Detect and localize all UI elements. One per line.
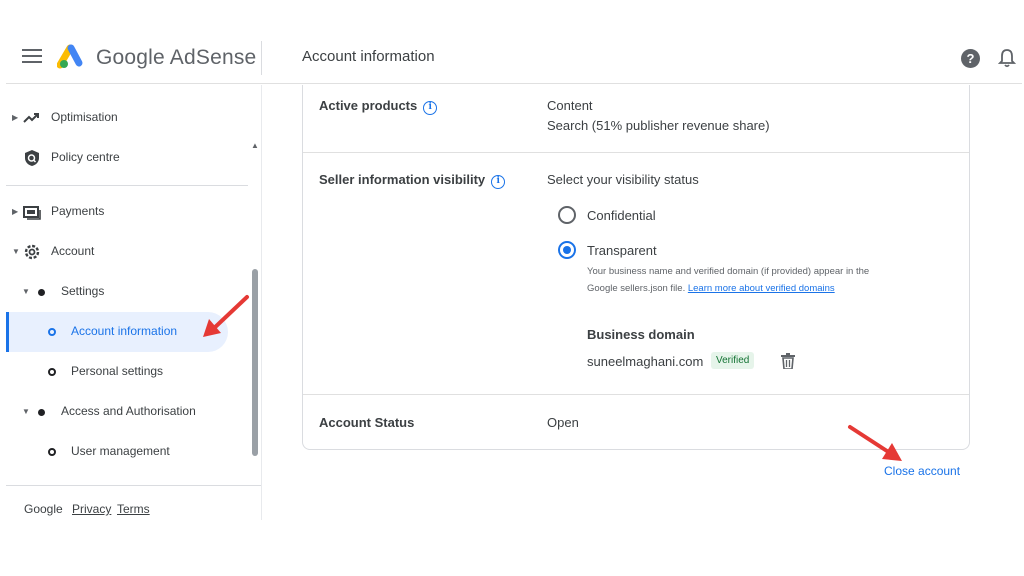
sidebar-item-label: Access and Authorisation	[61, 404, 196, 418]
active-product-content: Content	[547, 98, 593, 113]
active-products-label: Active products i	[319, 98, 438, 115]
sidebar-item-optimisation[interactable]: ▶ Optimisation	[6, 98, 246, 138]
sidebar-item-label: User management	[71, 444, 170, 458]
radio-confidential-label[interactable]: Confidential	[587, 208, 656, 223]
business-domain-value: suneelmaghani.com	[587, 354, 704, 369]
sidebar-item-user-management[interactable]: User management	[6, 432, 246, 472]
trending-up-icon	[23, 113, 39, 123]
collapse-caret-icon[interactable]: ▼	[22, 407, 30, 416]
helper-line: Google sellers.json file.	[587, 283, 686, 294]
sidebar-item-access-and-authorisation[interactable]: ▼ Access and Authorisation	[6, 392, 246, 432]
visibility-prompt: Select your visibility status	[547, 172, 699, 187]
expand-caret-icon[interactable]: ▶	[12, 113, 18, 122]
policy-shield-icon	[25, 150, 39, 166]
scroll-up-arrow-icon[interactable]: ▲	[251, 141, 259, 150]
brand-name: Google AdSense	[96, 46, 257, 69]
sidebar-footer: Google Privacy Terms	[6, 485, 261, 520]
account-status-label: Account Status	[319, 415, 415, 430]
row-label-text: Active products	[319, 98, 418, 113]
helper-line: Your business name and verified domain (…	[587, 266, 870, 277]
sidebar-item-policy-centre[interactable]: Policy centre	[6, 138, 246, 178]
collapse-caret-icon[interactable]: ▼	[22, 287, 30, 296]
sidebar-nav: ▶ Optimisation Policy centre ▶ Payments …	[6, 85, 261, 485]
info-icon[interactable]: i	[423, 101, 438, 115]
sidebar-scrollbar[interactable]: ▲ ▼	[250, 139, 260, 485]
info-icon[interactable]: i	[491, 175, 506, 189]
active-products-row: Active products i Content Search (51% pub…	[303, 85, 969, 153]
sidebar-divider	[6, 185, 248, 186]
adsense-window: Google AdSense Account information ? ▶ O…	[6, 31, 1022, 520]
sidebar-item-label: Account information	[71, 324, 178, 338]
header-divider	[261, 41, 262, 75]
annotation-arrow-sidebar	[203, 295, 249, 337]
scroll-thumb[interactable]	[252, 269, 258, 456]
notifications-bell-icon[interactable]	[998, 48, 1016, 68]
payments-icon	[23, 206, 41, 220]
terms-link[interactable]: Terms	[117, 502, 150, 516]
help-icon[interactable]: ?	[961, 49, 980, 68]
close-account-link[interactable]: Close account	[884, 464, 960, 478]
radio-transparent-label[interactable]: Transparent	[587, 243, 657, 258]
expand-caret-icon[interactable]: ▶	[12, 207, 18, 216]
bullet-ring-icon	[48, 448, 56, 456]
sidebar-item-label: Personal settings	[71, 364, 164, 378]
bullet-dot-icon	[38, 409, 45, 416]
sidebar-item-label: Optimisation	[51, 110, 118, 124]
hamburger-menu-icon[interactable]	[22, 49, 42, 65]
footer-google: Google	[24, 502, 63, 516]
top-app-bar: Google AdSense Account information ?	[6, 31, 1022, 84]
seller-visibility-label: Seller information visibility i	[319, 172, 506, 189]
sidebar-item-personal-settings[interactable]: Personal settings	[6, 352, 246, 392]
sidebar-item-label: Payments	[51, 204, 105, 218]
sidebar-item-account-information[interactable]: Account information	[6, 312, 228, 352]
visibility-helper-text: Your business name and verified domain (…	[587, 263, 917, 297]
active-indicator	[6, 312, 9, 352]
sidebar-item-label: Settings	[61, 284, 105, 298]
row-label-text: Seller information visibility	[319, 172, 486, 187]
seller-visibility-row: Seller information visibility i Select yo…	[303, 153, 969, 395]
business-domain-title: Business domain	[587, 327, 695, 342]
adsense-logo	[57, 44, 83, 69]
privacy-link[interactable]: Privacy	[72, 502, 111, 516]
radio-confidential[interactable]	[558, 206, 576, 224]
bullet-dot-icon	[38, 289, 45, 296]
sidebar-border	[261, 85, 262, 520]
account-info-card: Active products i Content Search (51% pub…	[302, 85, 970, 450]
account-status-value: Open	[547, 415, 579, 430]
learn-more-link[interactable]: Learn more about verified domains	[688, 283, 835, 294]
sidebar-item-label: Account	[51, 244, 95, 258]
bullet-ring-icon	[48, 368, 56, 376]
sidebar-item-label: Policy centre	[51, 150, 120, 164]
collapse-caret-icon[interactable]: ▼	[12, 247, 20, 256]
verified-badge: Verified	[711, 352, 755, 369]
gear-icon	[24, 244, 40, 260]
radio-transparent[interactable]	[558, 241, 576, 259]
page-title: Account information	[302, 48, 435, 65]
active-product-search: Search (51% publisher revenue share)	[547, 118, 770, 133]
annotation-arrow-close-account	[848, 425, 902, 461]
sidebar-item-payments[interactable]: ▶ Payments	[6, 192, 246, 232]
delete-trash-icon[interactable]	[781, 353, 795, 369]
sidebar-item-account[interactable]: ▼ Account	[6, 232, 246, 272]
bullet-ring-icon	[48, 328, 56, 336]
